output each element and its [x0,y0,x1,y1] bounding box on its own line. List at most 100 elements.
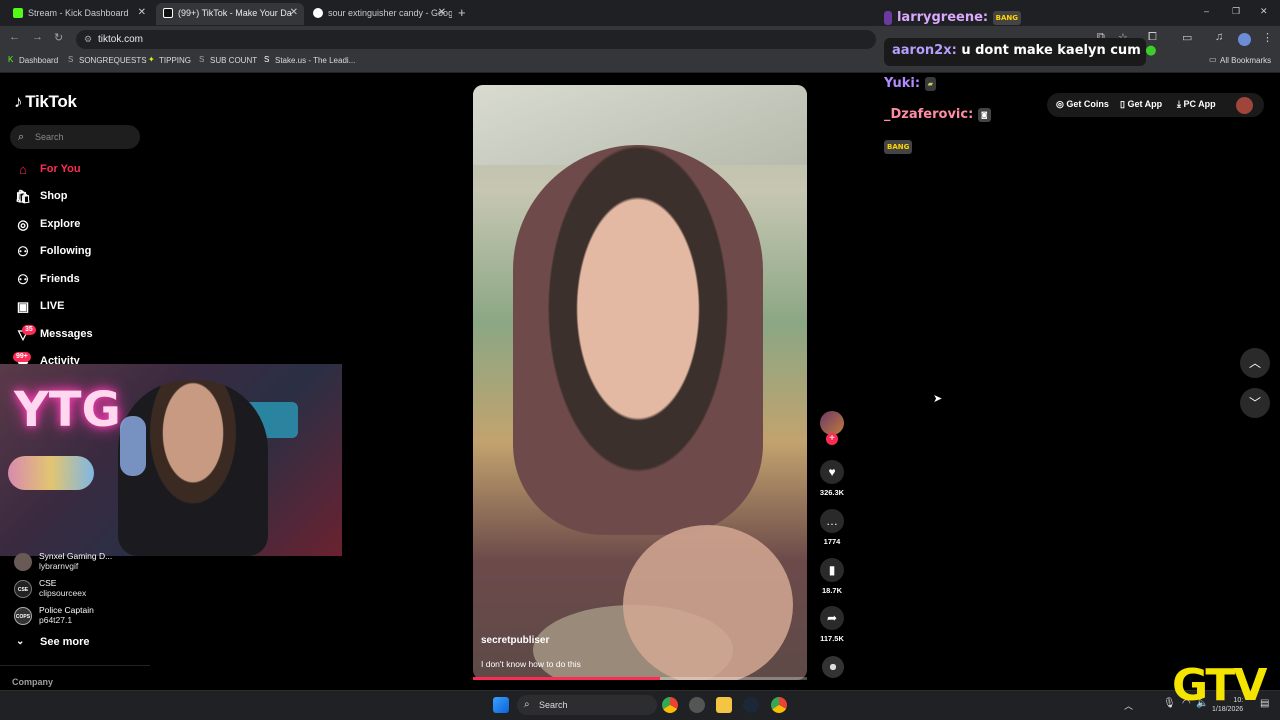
coin-icon: ◎ [1056,99,1067,109]
tab-kick-dashboard[interactable]: Stream - Kick Dashboard ✕ [6,3,152,25]
video-player[interactable] [473,85,807,680]
search-input[interactable]: ⌕ Search [10,125,140,149]
sidebar-item-friends[interactable]: ⚇ Friends [14,269,80,289]
obs-icon[interactable] [689,697,705,713]
restore-button[interactable]: ❐ [1232,6,1240,17]
media-control-icon[interactable]: ♫ [1215,31,1223,43]
taskbar-search-input[interactable]: ⌕ Search [517,695,657,715]
close-window-button[interactable]: ✕ [1260,6,1268,17]
tiktok-logo[interactable]: ♪ TikTok [14,92,77,112]
streamelements-icon: S [68,55,74,64]
see-more-button[interactable]: ⌄ See more [14,636,90,648]
friends-icon: ⚇ [17,272,29,287]
bookmark-icon: ▮ [820,558,844,582]
streamelements-icon: S [199,55,205,64]
site-info-icon[interactable]: ⚙ [84,30,92,49]
taskbar-search-label: Search [539,700,568,710]
windows-start-icon[interactable] [493,697,509,713]
chrome-icon[interactable] [662,697,678,713]
bookmark-songrequests[interactable]: S SONGREQUESTS [68,55,147,65]
company-link[interactable]: Company [12,677,53,687]
new-tab-button[interactable]: + [458,5,466,20]
get-coins-button[interactable]: ◎ Get Coins [1056,99,1109,110]
avatar[interactable] [1236,97,1253,114]
bookmark-tipping[interactable]: ✦ TIPPING [148,55,191,65]
share-button[interactable]: ➦ 117.5K [817,606,847,643]
pc-app-button[interactable]: ⤓ PC App [1177,99,1216,110]
sidebar-item-live[interactable]: ▣ LIVE [14,296,65,316]
progress-fill [473,677,661,680]
see-more-label: See more [40,636,90,648]
previous-video-button[interactable]: ︿ [1240,348,1270,378]
tab-tiktok[interactable]: (99+) TikTok - Make Your Da ✕ [156,3,304,25]
bookmark-dashboard[interactable]: K Dashboard [8,55,59,65]
all-bookmarks[interactable]: ▭ All Bookmarks [1209,55,1271,65]
get-app-button[interactable]: ▯ Get App [1120,99,1162,110]
forward-icon[interactable]: → [32,31,43,43]
reload-icon[interactable]: ↻ [54,31,63,44]
bookmark-label: Stake.us - The Leadi... [275,56,356,65]
side-panel-icon[interactable]: ▭ [1182,31,1192,44]
sidebar-item-explore[interactable]: ◎ Explore [14,214,80,234]
bookmark-label: SONGREQUESTS [79,56,147,65]
video-progress-bar[interactable] [473,677,807,680]
bang-emote: BANG [884,139,913,154]
account-item[interactable]: COPS Police Captain p64t27.1 [14,605,94,627]
url-input[interactable]: ⚙ tiktok.com [76,30,876,49]
brand-text: TikTok [25,92,77,111]
share-count: 117.5K [820,634,844,643]
sidebar-item-following[interactable]: ⚇ Following [14,241,91,261]
chat-badge-icon [884,10,893,25]
account-item[interactable]: CSE CSE clipsourceex [14,578,86,600]
steam-icon[interactable] [743,697,759,713]
music-disc-icon[interactable] [822,656,844,678]
sidebar-item-for-you[interactable]: ⌂ For You [14,159,80,179]
account-username: clipsourceex [39,588,87,598]
search-placeholder: Search [35,132,64,142]
sidebar-item-label: LIVE [40,300,65,312]
account-item[interactable]: Synxel Gaming D... lybrarnvgif [14,551,112,573]
profile-avatar[interactable] [1238,33,1251,46]
shop-icon: 🛍 [14,189,32,204]
sidebar-item-shop[interactable]: 🛍 Shop [14,186,68,206]
close-tab-icon[interactable]: ✕ [290,3,298,23]
file-explorer-icon[interactable] [716,697,732,713]
bookmark-stake[interactable]: S Stake.us - The Leadi... [264,55,356,65]
browser-menu-icon[interactable]: ⋮ [1262,31,1273,44]
url-text: tiktok.com [98,34,144,45]
neon-sign: YTG [14,382,121,438]
chrome-icon[interactable] [771,697,787,713]
next-video-button[interactable]: ﹀ [1240,388,1270,418]
divider [0,665,150,666]
like-button[interactable]: ♥ 326.3K [817,460,847,497]
chat-text: u dont make kaelyn cum [961,43,1141,58]
comment-button[interactable]: … 1774 [817,509,847,546]
back-icon[interactable]: ← [9,31,20,43]
account-username: lybrarnvgif [39,561,79,571]
search-icon: ⌕ [524,699,530,710]
comment-count: 1774 [823,537,841,546]
follow-plus-icon[interactable]: + [826,433,838,445]
tiktok-favicon-icon [163,8,173,18]
bookmark-sub-count[interactable]: S SUB COUNT [199,55,257,65]
chat-username: larrygreene: [896,10,989,25]
video-caption: I don't know how to do this [481,659,581,669]
save-button[interactable]: ▮ 18.7K [817,558,847,595]
bookmark-label: Dashboard [19,56,59,65]
emote-icon: ▰ [924,76,936,91]
minimize-button[interactable]: – [1204,6,1209,16]
chevron-up-icon[interactable]: ︿ [1124,699,1133,712]
creator-avatar[interactable] [820,411,844,435]
sidebar-item-label: Messages [40,328,93,340]
chat-username: aaron2x: [892,43,957,58]
sidebar-item-label: Friends [40,273,80,285]
save-count: 18.7K [821,586,842,595]
tab-google-search[interactable]: sour extinguisher candy - Goog ✕ [306,3,452,25]
account-username: p64t27.1 [39,615,73,625]
pc-app-label: PC App [1183,99,1216,109]
close-tab-icon[interactable]: ✕ [138,3,146,23]
close-tab-icon[interactable]: ✕ [438,3,446,23]
video-username[interactable]: secretpubliser [481,635,549,646]
account-name: Synxel Gaming D... [39,551,113,561]
tab-label: sour extinguisher candy - Goog [328,8,452,18]
